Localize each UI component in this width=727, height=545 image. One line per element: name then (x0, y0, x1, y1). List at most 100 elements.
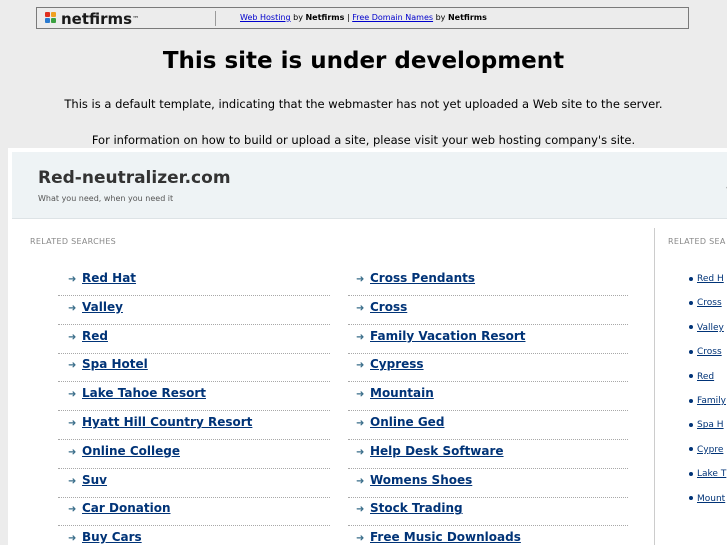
related-search-left-link[interactable]: Red (82, 329, 108, 343)
related-search-left-link[interactable]: Online College (82, 444, 180, 458)
side-related-item[interactable]: Mount (689, 494, 725, 504)
related-search-left-link[interactable]: Spa Hotel (82, 357, 148, 371)
related-search-right-item[interactable]: ➜ Mountain (356, 386, 434, 402)
related-search-left-item[interactable]: ➜ Online College (68, 444, 180, 460)
related-search-left-link[interactable]: Car Donation (82, 501, 170, 515)
row-separator (58, 439, 330, 440)
domain-name: Red-neutralizer.com (38, 168, 231, 188)
side-related-item[interactable]: Lake T (689, 469, 726, 479)
row-separator (58, 496, 330, 498)
side-related-link[interactable]: Red (697, 372, 714, 382)
related-search-left-item[interactable]: ➜ Valley (68, 300, 123, 316)
arrow-icon: ➜ (68, 475, 77, 487)
side-related-item[interactable]: Spa H (689, 420, 724, 430)
related-search-left-item[interactable]: ➜ Car Donation (68, 501, 170, 517)
side-related-searches-label: RELATED SEA (668, 237, 726, 246)
related-search-right-item[interactable]: ➜ Family Vacation Resort (356, 329, 526, 345)
related-search-left-item[interactable]: ➜ Red Hat (68, 271, 136, 287)
related-search-right-link[interactable]: Online Ged (370, 415, 444, 429)
bullet-icon (689, 447, 693, 452)
related-search-right-item[interactable]: ➜ Womens Shoes (356, 473, 472, 489)
side-related-link[interactable]: Cross (697, 298, 722, 308)
row-separator (58, 525, 330, 527)
web-hosting-link[interactable]: Web Hosting (240, 13, 291, 22)
related-search-left-item[interactable]: ➜ Buy Cars (68, 530, 142, 545)
related-searches-label: RELATED SEARCHES (30, 237, 117, 246)
arrow-icon: ➜ (68, 274, 77, 285)
related-search-right-link[interactable]: Womens Shoes (370, 473, 472, 487)
related-search-right-link[interactable]: Cross (370, 300, 407, 314)
arrow-icon: ➜ (68, 302, 77, 314)
related-search-right-link[interactable]: Cross Pendants (370, 271, 475, 285)
domain-header: Red-neutralizer.com What you need, when … (12, 152, 727, 219)
related-search-right-link[interactable]: Cypress (370, 357, 424, 371)
side-related-link[interactable]: Valley (697, 323, 724, 333)
related-search-right-item[interactable]: ➜ Cypress (356, 357, 424, 373)
netfirms-logo-icon (45, 12, 59, 25)
arrow-icon: ➜ (68, 331, 77, 343)
side-related-link[interactable]: Mount (697, 494, 725, 504)
side-related-link[interactable]: Family (697, 396, 726, 406)
arrow-icon: ➜ (68, 446, 77, 458)
related-search-left-item[interactable]: ➜ Spa Hotel (68, 357, 148, 373)
row-separator (348, 496, 628, 498)
netfirms-header-bar: netfirms ™ Web Hosting by Netfirms | Free… (36, 7, 689, 29)
related-search-right-item[interactable]: ➜ Free Music Downloads (356, 530, 521, 545)
arrow-icon: ➜ (356, 533, 365, 545)
header-links: Web Hosting by Netfirms | Free Domain Na… (240, 13, 487, 22)
related-search-right-item[interactable]: ➜ Cross (356, 300, 407, 316)
side-related-item[interactable]: Valley (689, 323, 724, 333)
arrow-icon: ➜ (356, 418, 365, 429)
related-search-left-item[interactable]: ➜ Red (68, 329, 108, 345)
header-divider (215, 11, 216, 26)
row-separator (348, 439, 628, 440)
row-separator (58, 352, 330, 354)
info-text-hosting: For information on how to build or uploa… (91, 133, 636, 147)
bullet-icon (689, 471, 693, 476)
side-related-item[interactable]: Cross (689, 347, 722, 357)
side-related-item[interactable]: Cross (689, 298, 722, 308)
related-search-left-link[interactable]: Lake Tahoe Resort (82, 386, 206, 400)
arrow-icon: ➜ (356, 274, 365, 285)
side-related-item[interactable]: Red (689, 372, 714, 382)
side-related-link[interactable]: Red H (697, 274, 724, 284)
related-search-right-link[interactable]: Help Desk Software (370, 444, 504, 458)
side-related-item[interactable]: Cypre (689, 445, 723, 455)
free-domain-names-link[interactable]: Free Domain Names (352, 13, 433, 22)
arrow-icon: ➜ (356, 446, 365, 458)
side-related-link[interactable]: Cypre (697, 445, 723, 455)
related-search-right-link[interactable]: Mountain (370, 386, 434, 400)
arrow-icon: ➜ (68, 389, 77, 401)
related-search-left-link[interactable]: Buy Cars (82, 530, 142, 544)
side-related-item[interactable]: Red H (689, 274, 724, 284)
side-related-link[interactable]: Spa H (697, 420, 724, 430)
bullet-icon (689, 422, 693, 427)
related-search-left-link[interactable]: Red Hat (82, 271, 136, 285)
row-separator (58, 467, 330, 469)
related-search-left-item[interactable]: ➜ Suv (68, 473, 107, 489)
related-search-right-item[interactable]: ➜ Online Ged (356, 415, 444, 431)
page-title: This site is under development (162, 48, 565, 74)
netfirms-logo-text: netfirms (61, 9, 133, 28)
side-related-item[interactable]: Family (689, 396, 726, 406)
related-search-right-link[interactable]: Free Music Downloads (370, 530, 521, 544)
related-search-left-link[interactable]: Hyatt Hill Country Resort (82, 415, 252, 429)
related-search-right-item[interactable]: ➜ Stock Trading (356, 501, 463, 517)
arrow-icon: ➜ (68, 504, 77, 516)
related-search-left-link[interactable]: Valley (82, 300, 123, 314)
netfirms-logo[interactable]: netfirms ™ (45, 9, 139, 28)
parked-domain-panel: Red-neutralizer.com What you need, when … (8, 148, 727, 545)
side-related-link[interactable]: Cross (697, 347, 722, 357)
arrow-icon: ➜ (68, 533, 77, 545)
related-search-right-link[interactable]: Family Vacation Resort (370, 329, 526, 343)
side-related-link[interactable]: Lake T (697, 469, 726, 479)
related-search-right-item[interactable]: ➜ Help Desk Software (356, 444, 504, 460)
related-search-left-item[interactable]: ➜ Lake Tahoe Resort (68, 386, 206, 402)
bullet-icon (689, 349, 693, 354)
related-search-right-link[interactable]: Stock Trading (370, 501, 463, 515)
related-search-left-item[interactable]: ➜ Hyatt Hill Country Resort (68, 415, 252, 431)
related-search-left-link[interactable]: Suv (82, 473, 107, 487)
bullet-icon (689, 496, 693, 501)
domain-tagline: What you need, when you need it (38, 194, 174, 203)
related-search-right-item[interactable]: ➜ Cross Pendants (356, 271, 475, 287)
